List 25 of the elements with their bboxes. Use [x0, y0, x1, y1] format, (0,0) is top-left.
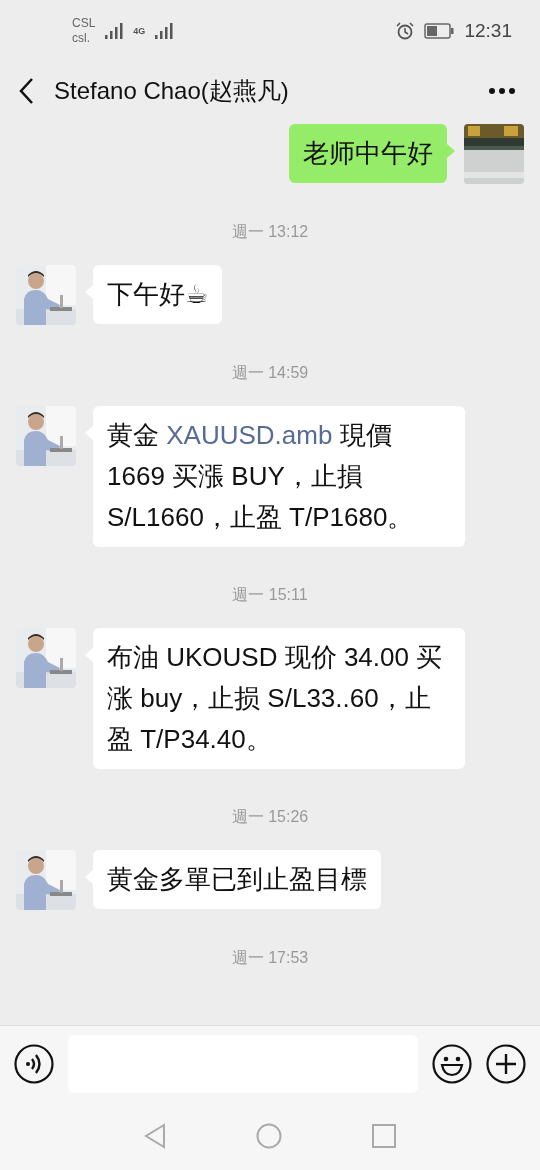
message-bubble: 黄金多單已到止盈目標 [93, 850, 381, 909]
carrier-label: CSL [72, 16, 96, 31]
message-time: 週一 14:59 [231, 363, 309, 383]
message-bubble: 布油 UKOUSD 现价 34.00 买涨 buy，止损 S/L33..60，止盈 T/P34.40。 [93, 628, 465, 769]
network-label: 4G [133, 26, 146, 36]
plus-icon[interactable] [486, 1044, 526, 1084]
more-icon[interactable] [488, 87, 516, 95]
message-time: 週一 15:11 [232, 585, 308, 605]
back-icon[interactable] [18, 77, 34, 105]
battery-icon [424, 23, 455, 39]
signal-icon [105, 23, 124, 39]
message-bubble: 老师中午好 [289, 124, 447, 183]
emoji-icon[interactable] [432, 1044, 472, 1084]
message-time: 週一 17:53 [231, 948, 309, 968]
voice-icon[interactable] [14, 1044, 54, 1084]
message-bubble: 黄金 XAUUSD.amb 現價 1669 买漲 BUY，止損 S/L1660，止盈 T/P1680。 [93, 406, 465, 547]
signal-icon [155, 23, 174, 39]
carrier-label: csl. [72, 31, 91, 46]
message-time: 週一 13:12 [231, 222, 309, 242]
message-bubble: 下午好☕ [93, 265, 223, 324]
message-link[interactable]: XAUUSD.amb [166, 420, 333, 450]
clock-time: 12:31 [464, 20, 512, 42]
message-time: 週一 15:26 [231, 807, 309, 827]
alarm-icon [396, 22, 415, 40]
chat-title: Stefano Chao(赵燕凡) [54, 76, 289, 106]
